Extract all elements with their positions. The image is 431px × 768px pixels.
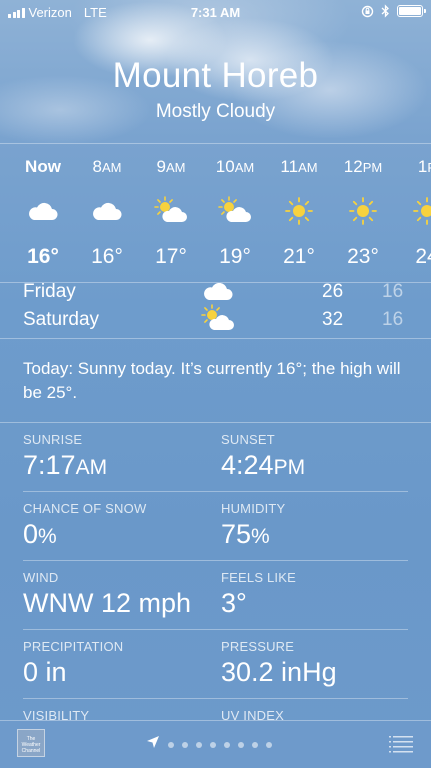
detail-value: 0% <box>23 519 57 549</box>
detail-wind: WIND WNW 12 mph <box>23 570 191 619</box>
hour-label: 1P <box>417 157 431 176</box>
detail-value: 7:17AM <box>23 450 108 480</box>
current-condition: Mostly Cloudy <box>155 101 276 122</box>
day-high: 32 <box>322 309 344 330</box>
detail-label: VISIBILITY <box>23 708 90 720</box>
cloud-icon <box>75 196 139 226</box>
detail-sunset: SUNSET 4:24PM <box>221 432 305 481</box>
hour-temp: 19° <box>219 245 251 268</box>
bottom-toolbar: The Weather Channel <box>0 720 431 768</box>
page-dot[interactable] <box>182 742 188 748</box>
detail-value: 75% <box>221 519 270 549</box>
detail-label: PRESSURE <box>221 639 295 654</box>
weather-channel-logo[interactable]: The Weather Channel <box>17 729 45 757</box>
detail-value: 0 in <box>23 657 67 687</box>
page-dot[interactable] <box>238 742 244 748</box>
detail-feels-like: FEELS LIKE 3° <box>221 570 296 619</box>
weather-details: SUNRISE 7:17AM SUNSET 4:24PM CHANCE OF SNOW 0… <box>0 423 431 720</box>
partly-sunny-icon <box>139 196 203 226</box>
hour-label: 9AM <box>156 157 186 176</box>
page-dot[interactable] <box>168 742 174 748</box>
detail-label: WIND <box>23 570 59 585</box>
hour-label: 8AM <box>92 157 122 176</box>
detail-row: CHANCE OF SNOW 0% HUMIDITY 75% <box>23 492 408 561</box>
bluetooth-icon <box>381 4 389 18</box>
city-name: Mount Horeb <box>112 56 319 95</box>
detail-label: PRECIPITATION <box>23 639 124 654</box>
hour-temp: 23° <box>347 245 379 268</box>
daily-forecast[interactable]: Friday 26 16 Saturday 32 16 <box>0 283 431 339</box>
detail-label: SUNRISE <box>23 432 83 447</box>
detail-chance-of-snow: CHANCE OF SNOW 0% <box>23 501 146 550</box>
hour-label: 11AM <box>280 157 318 176</box>
location-arrow-icon[interactable] <box>146 735 160 749</box>
hour-label: Now <box>25 157 61 176</box>
hourly-forecast[interactable]: Now 16° 8AM 16° 9AM 17° 10AM 19° 11AM 21° 12PM 23° 1… <box>0 143 431 283</box>
page-dot[interactable] <box>224 742 230 748</box>
status-right <box>361 4 426 18</box>
detail-value: 30.2 inHg <box>221 657 337 687</box>
partly-sunny-icon <box>198 304 234 334</box>
day-low: 16 <box>382 309 404 330</box>
detail-row: WIND WNW 12 mph FEELS LIKE 3° <box>23 561 408 630</box>
detail-sunrise: SUNRISE 7:17AM <box>23 432 107 481</box>
status-bar: Verizon LTE 7:31 AM <box>0 0 431 26</box>
detail-precipitation: PRECIPITATION 0 in <box>23 639 123 688</box>
sun-icon <box>331 196 395 226</box>
sun-icon <box>395 196 431 226</box>
hour-temp: 17° <box>155 245 187 268</box>
detail-label: HUMIDITY <box>221 501 286 516</box>
detail-row: VISIBILITY UV INDEX <box>23 699 408 720</box>
detail-label: UV INDEX <box>221 708 285 720</box>
today-summary: Today: Sunny today. It’s currently 16°; … <box>0 338 431 423</box>
detail-label: SUNSET <box>221 432 275 447</box>
detail-uv-index: UV INDEX <box>221 708 284 720</box>
hour-temp: 24 <box>415 245 431 268</box>
battery-icon <box>397 5 426 17</box>
list-icon[interactable] <box>389 735 413 753</box>
page-dot[interactable] <box>210 742 216 748</box>
partly-sunny-icon <box>203 196 267 226</box>
detail-row: PRECIPITATION 0 in PRESSURE 30.2 inHg <box>23 630 408 699</box>
page-dot[interactable] <box>196 742 202 748</box>
detail-value: 4:24PM <box>221 450 306 480</box>
detail-label: FEELS LIKE <box>221 570 296 585</box>
daily-row: Saturday 32 16 <box>0 302 431 338</box>
detail-row: SUNRISE 7:17AM SUNSET 4:24PM <box>23 423 408 492</box>
day-high: 26 <box>322 283 344 302</box>
page-indicator[interactable] <box>168 742 272 748</box>
sun-icon <box>267 196 331 226</box>
detail-pressure: PRESSURE 30.2 inHg <box>221 639 337 688</box>
hour-temp: 21° <box>283 245 315 268</box>
detail-value: 3° <box>221 588 247 618</box>
hour-label: 12PM <box>343 157 383 176</box>
day-name: Friday <box>23 283 76 302</box>
rotation-lock-icon <box>361 5 374 17</box>
page-dot[interactable] <box>252 742 258 748</box>
page-dot[interactable] <box>266 742 272 748</box>
day-name: Saturday <box>23 309 100 330</box>
hour-label: 10AM <box>215 157 255 176</box>
hour-temp: 16° <box>91 245 123 268</box>
hour-temp: 16° <box>27 245 59 268</box>
detail-value: WNW 12 mph <box>23 588 192 618</box>
detail-humidity: HUMIDITY 75% <box>221 501 285 550</box>
detail-label: CHANCE OF SNOW <box>23 501 147 516</box>
day-low: 16 <box>382 283 404 302</box>
cloud-icon <box>11 196 75 226</box>
detail-visibility: VISIBILITY <box>23 708 89 720</box>
